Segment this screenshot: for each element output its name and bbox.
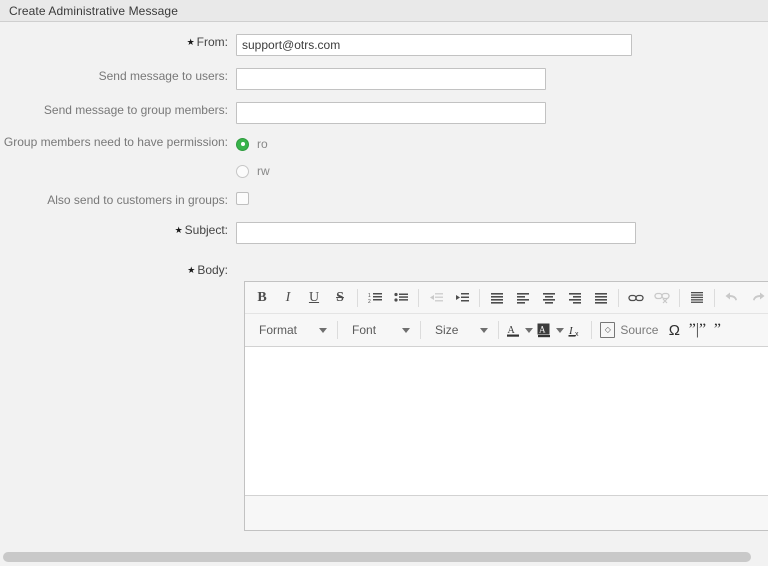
toolbar-separator — [337, 321, 339, 339]
field-row-permission: Group members need to have permission: r… — [0, 134, 270, 181]
label-also-send-customers: Also send to customers in groups: — [47, 193, 228, 207]
radio-rw-label: rw — [257, 164, 270, 178]
chevron-down-icon — [319, 327, 328, 333]
text-color-icon[interactable]: A — [503, 318, 523, 342]
align-left-icon[interactable] — [510, 286, 536, 310]
text-color-chevron-down-icon[interactable] — [523, 318, 534, 342]
background-color-icon[interactable]: A — [534, 318, 554, 342]
bold-icon[interactable]: B — [249, 286, 275, 310]
send-to-group-members-input[interactable] — [236, 102, 546, 124]
widget-header: Create Administrative Message — [0, 0, 768, 22]
label-permission: Group members need to have permission: — [3, 135, 228, 149]
numbered-list-icon[interactable]: 12 — [362, 286, 388, 310]
toolbar-separator — [420, 321, 422, 339]
field-row-send-to-users: Send message to users: — [0, 68, 546, 90]
italic-icon[interactable]: I — [275, 286, 301, 310]
horizontal-scrollbar[interactable] — [0, 548, 768, 566]
send-to-users-input[interactable] — [236, 68, 546, 90]
format-dropdown-label: Format — [259, 323, 298, 337]
radio-ro-icon[interactable] — [236, 137, 249, 151]
outdent-icon[interactable] — [423, 286, 449, 310]
indent-icon[interactable] — [449, 286, 475, 310]
page-title: Create Administrative Message — [9, 3, 178, 18]
align-center-icon[interactable] — [536, 286, 562, 310]
editor-toolbar-row-1: B I U S 12 — [245, 282, 768, 314]
field-row-also-send-customers: Also send to customers in groups: — [0, 192, 249, 208]
chevron-down-icon — [402, 327, 411, 333]
size-dropdown[interactable]: Size — [425, 318, 494, 342]
font-dropdown[interactable]: Font — [342, 318, 416, 342]
required-asterisk-icon: ★ — [174, 225, 183, 235]
svg-text:x: x — [575, 331, 579, 338]
redo-icon[interactable] — [745, 286, 768, 310]
blockquote-icon[interactable]: ”|” — [686, 318, 708, 342]
background-color-chevron-down-icon[interactable] — [554, 318, 565, 342]
radio-rw-icon[interactable] — [236, 164, 249, 178]
toolbar-separator — [679, 288, 680, 307]
admin-message-form: ★From: Send message to users: Send messa… — [0, 23, 768, 548]
field-row-body: ★ Body: — [0, 262, 236, 279]
font-dropdown-label: Font — [352, 323, 377, 337]
permission-radio-group: ro rw — [236, 134, 270, 181]
svg-text:A: A — [507, 325, 515, 336]
toolbar-separator — [357, 288, 358, 307]
source-icon: ◇ — [600, 322, 616, 338]
editor-toolbar-row-2: Format Font Size A A I x ◇ Source Ω ”|” … — [245, 314, 768, 346]
label-send-to-users: Send message to users: — [98, 69, 228, 83]
also-send-customers-checkbox[interactable] — [236, 192, 249, 205]
radio-option-rw[interactable]: rw — [236, 161, 270, 181]
remove-format-icon[interactable]: Ix — [565, 318, 587, 342]
label-send-to-group-members: Send message to group members: — [43, 103, 228, 117]
undo-icon[interactable] — [719, 286, 745, 310]
field-row-subject: ★ Subject: — [0, 222, 636, 244]
toolbar-separator — [618, 288, 619, 307]
quote-icon[interactable]: ” — [708, 318, 726, 342]
required-asterisk-icon: ★ — [186, 37, 195, 47]
show-blocks-icon[interactable] — [684, 286, 710, 310]
label-from: ★ From: — [186, 35, 228, 49]
radio-option-ro[interactable]: ro — [236, 134, 270, 154]
label-subject: ★ Subject: — [174, 223, 228, 237]
align-right-icon[interactable] — [562, 286, 588, 310]
required-asterisk-icon: ★ — [187, 265, 196, 275]
source-button[interactable]: ◇ Source — [596, 318, 662, 342]
horizontal-scrollbar-thumb[interactable] — [3, 552, 751, 562]
underline-icon[interactable]: U — [301, 286, 327, 310]
subject-input[interactable] — [236, 222, 636, 244]
source-button-label: Source — [620, 323, 659, 337]
unlink-icon[interactable] — [649, 286, 675, 310]
field-row-from: ★ From: — [0, 34, 632, 56]
radio-ro-label: ro — [257, 137, 268, 151]
toolbar-separator — [418, 288, 419, 307]
align-block-icon[interactable] — [484, 286, 510, 310]
label-body: ★ Body: — [187, 263, 228, 277]
link-icon[interactable] — [623, 286, 649, 310]
svg-text:2: 2 — [368, 299, 371, 304]
from-input[interactable] — [236, 34, 632, 56]
bulleted-list-icon[interactable] — [388, 286, 414, 310]
size-dropdown-label: Size — [435, 323, 459, 337]
rich-text-editor: B I U S 12 Format Font Size A A I x ◇ So… — [244, 281, 768, 531]
toolbar-separator — [714, 288, 715, 307]
editor-footer-bar — [245, 496, 768, 530]
special-character-icon[interactable]: Ω — [662, 318, 686, 342]
editor-content-area[interactable] — [245, 346, 768, 496]
field-row-send-to-group-members: Send message to group members: — [0, 102, 546, 124]
strikethrough-icon[interactable]: S — [327, 286, 353, 310]
toolbar-separator — [591, 321, 593, 339]
toolbar-separator — [479, 288, 480, 307]
chevron-down-icon — [480, 327, 489, 333]
align-justify-icon[interactable] — [588, 286, 614, 310]
format-dropdown[interactable]: Format — [249, 318, 333, 342]
svg-text:A: A — [539, 324, 546, 334]
toolbar-separator — [498, 321, 500, 339]
